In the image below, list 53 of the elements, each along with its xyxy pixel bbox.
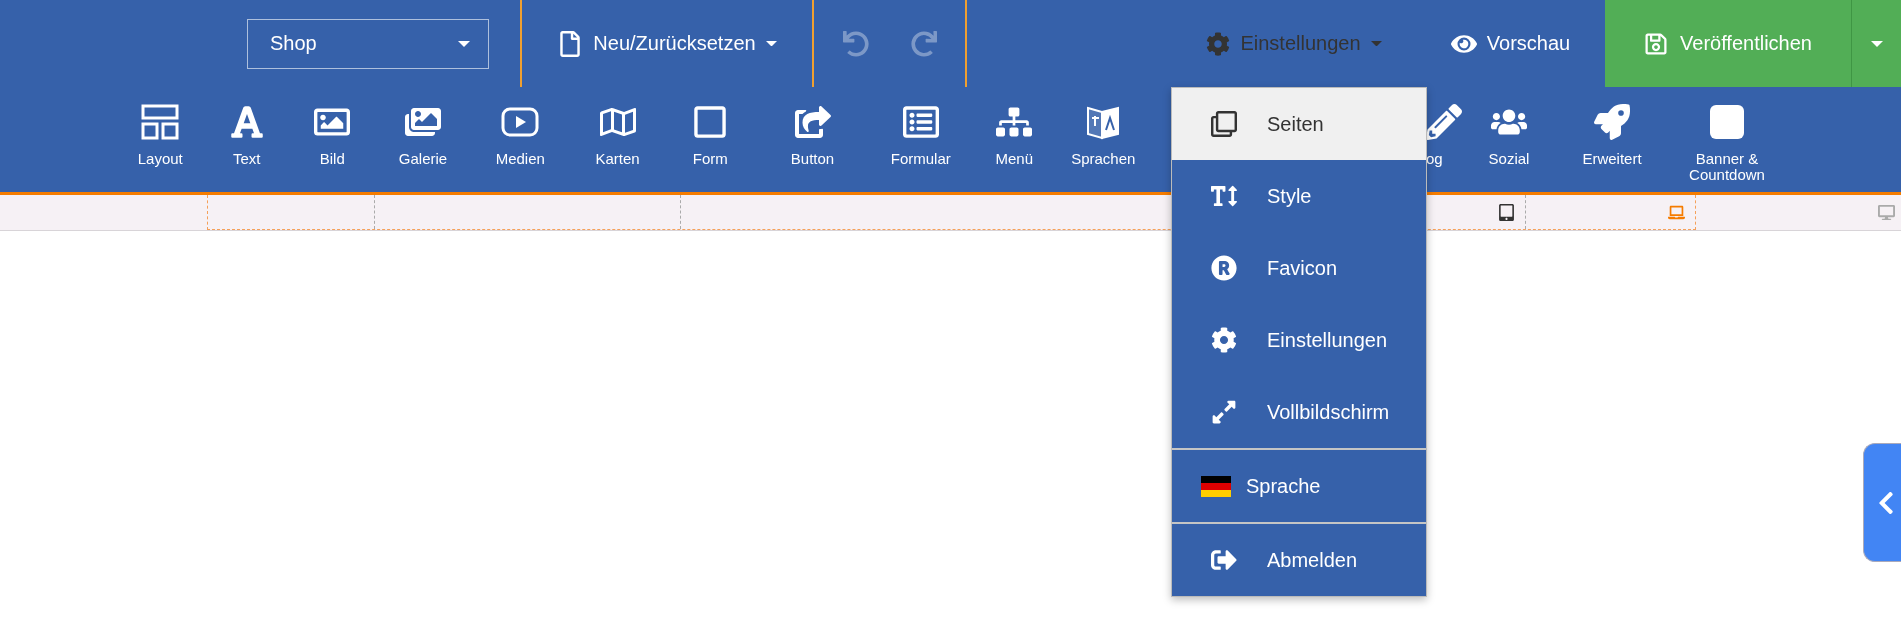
layout-icon — [141, 104, 180, 140]
toolbar-item[interactable]: Banner & Countdown — [1668, 87, 1786, 192]
logout-icon — [1211, 547, 1237, 573]
caret-icon — [458, 40, 470, 47]
toolbar-item[interactable]: og — [1426, 87, 1462, 192]
toolbar-item[interactable]: Karten — [570, 87, 665, 192]
save-icon — [1644, 31, 1668, 56]
square-icon — [1710, 105, 1744, 139]
redo-icon — [910, 30, 937, 57]
toolbar-item[interactable]: Menü — [972, 87, 1057, 192]
toolbar-item[interactable]: Button — [755, 87, 870, 192]
page-select[interactable]: Shop — [247, 18, 489, 69]
tablet-icon[interactable] — [1498, 203, 1515, 221]
settings-icon — [1206, 31, 1231, 56]
rocket-icon — [1594, 104, 1630, 140]
expand-icon — [1211, 399, 1237, 425]
toolbar-item[interactable]: Formular — [869, 87, 972, 192]
toolbar-item[interactable]: Layout — [116, 87, 205, 192]
undo-icon — [842, 30, 869, 57]
panel-toggle-button[interactable] — [1863, 443, 1901, 562]
menu-item[interactable]: Vollbildschirm — [1172, 376, 1426, 448]
text-height-icon — [1211, 183, 1237, 209]
menu-item[interactable]: Style — [1172, 160, 1426, 232]
toolbar-item[interactable]: Erweitert — [1556, 87, 1668, 192]
toolbar-item[interactable]: Bild — [289, 87, 376, 192]
laptop-icon[interactable] — [1668, 203, 1685, 221]
pencil-icon — [1426, 104, 1462, 140]
menu-item[interactable]: Sprache — [1172, 450, 1426, 522]
desktop-icon[interactable] — [1878, 204, 1895, 221]
toolbar-item[interactable]: Sprachen — [1056, 87, 1150, 192]
pages-icon — [1211, 111, 1237, 137]
share-icon — [794, 104, 831, 140]
settings-icon — [1211, 327, 1237, 353]
toolbar-item[interactable]: Form — [665, 87, 756, 192]
toolbar-item[interactable]: Sozial — [1462, 87, 1556, 192]
toolbar-item[interactable]: Galerie — [375, 87, 471, 192]
caret-icon — [1870, 40, 1883, 47]
caret-icon — [1370, 40, 1382, 47]
toolbar-item[interactable]: Medien — [470, 87, 570, 192]
menu-item[interactable]: Seiten — [1172, 88, 1426, 160]
preview-button[interactable]: Vorschau — [1440, 22, 1581, 65]
translate-icon — [1086, 104, 1121, 140]
toolbar-item[interactable]: Text — [204, 87, 289, 192]
registered-icon — [1211, 255, 1237, 281]
menu-item[interactable]: Favicon — [1172, 232, 1426, 304]
play-icon — [501, 107, 540, 137]
list-icon — [902, 104, 939, 140]
font-icon — [228, 104, 265, 140]
new-reset-button[interactable]: Neu/Zurücksetzen — [547, 22, 787, 65]
menu-item[interactable]: Abmelden — [1172, 524, 1426, 596]
flag-icon — [1201, 475, 1231, 497]
caret-icon — [765, 40, 777, 47]
menu-item[interactable]: Einstellungen — [1172, 304, 1426, 376]
